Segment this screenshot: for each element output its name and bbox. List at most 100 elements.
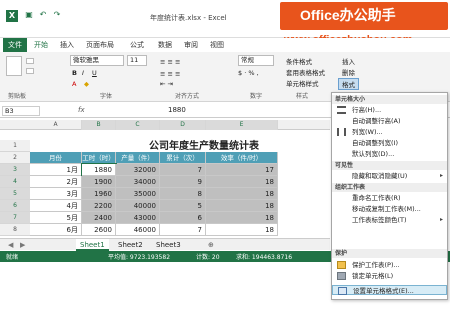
table-header-cell[interactable]: 工时（时） [82,152,116,164]
menu-item-rename-sheet[interactable]: 重命名工作表(R) [332,193,447,203]
row-header[interactable]: 4 [0,176,30,188]
table-cell[interactable]: 2400 [82,212,116,224]
underline-icon[interactable]: U [92,69,97,77]
tab-file[interactable]: 文件 [3,38,27,52]
row-header[interactable]: 6 [0,200,30,212]
menu-item-lock-cell[interactable]: 锁定单元格(L) [332,271,447,281]
table-cell[interactable]: 35000 [116,188,160,200]
menu-item-move-copy-sheet[interactable]: 移动或复制工作表(M)... [332,204,447,214]
table-header-cell[interactable]: 效率（件/时） [206,152,278,164]
menu-item-hide-unhide[interactable]: 隐藏和取消隐藏(U) ▸ [332,171,447,181]
table-cell[interactable]: 7 [160,224,206,236]
table-header-cell[interactable]: 月份 [30,152,82,164]
tab-home[interactable]: 开始 [34,38,48,52]
align-left-icon[interactable]: ≡ ≡ ≡ [160,70,180,78]
table-cell[interactable]: 18 [206,212,278,224]
cut-icon[interactable] [26,58,34,64]
sheet-nav-next-icon[interactable]: ▶ [16,239,29,251]
table-cell[interactable]: 6月 [30,224,82,236]
font-color-icon[interactable]: A [72,80,76,88]
insert-cells-button[interactable]: 插入 [342,56,355,66]
tab-view[interactable]: 视图 [210,38,224,52]
menu-item-autofit-row[interactable]: 自动调整行高(A) [332,116,447,126]
table-cell[interactable]: 46000 [116,224,160,236]
table-cell[interactable]: 1880 [81,163,117,177]
sheet-tab-sheet2[interactable]: Sheet2 [114,239,147,251]
sheet-tab-sheet3[interactable]: Sheet3 [152,239,185,251]
menu-item-protect-sheet[interactable]: 保护工作表(P)... [332,260,447,270]
formula-input[interactable]: 1880 [168,106,186,114]
table-header-cell[interactable]: 累计（次） [160,152,206,164]
delete-cells-button[interactable]: 删除 [342,67,355,77]
table-cell[interactable]: 1960 [82,188,116,200]
menu-item-default-width[interactable]: 默认列宽(D)... [332,149,447,159]
currency-icon[interactable]: $ · % , [238,69,259,77]
table-cell[interactable]: 5月 [30,212,82,224]
table-cell[interactable]: 3月 [30,188,82,200]
menu-item-row-height[interactable]: 行高(H)... [332,105,447,115]
table-cell[interactable]: 2200 [82,200,116,212]
indent-icon[interactable]: ⇤ ⇥ [160,80,173,88]
table-cell[interactable]: 2月 [30,176,82,188]
table-cell[interactable]: 7 [160,164,206,176]
menu-item-autofit-column[interactable]: 自动调整列宽(I) [332,138,447,148]
copy-icon[interactable] [26,68,34,74]
menu-item-column-width[interactable]: 列宽(W)... [332,127,447,137]
italic-icon[interactable]: I [82,69,84,77]
row-header[interactable]: 1 [0,140,30,152]
paste-icon[interactable] [6,56,22,76]
menu-item-tab-color[interactable]: 工作表标签颜色(T) ▸ [332,215,447,225]
table-cell[interactable]: 2600 [82,224,116,236]
format-as-table-button[interactable]: 套用表格格式 [286,67,325,77]
column-header-d[interactable]: D [160,120,206,130]
tab-review[interactable]: 审阅 [184,38,198,52]
table-cell[interactable]: 18 [206,188,278,200]
cell-styles-button[interactable]: 单元格样式 [286,78,319,88]
sheet-tab-sheet1[interactable]: Sheet1 [76,239,109,251]
table-cell[interactable]: 17 [206,164,278,176]
table-cell[interactable]: 9 [160,176,206,188]
format-cells-button[interactable]: 格式 [338,78,359,90]
table-cell[interactable]: 34000 [116,176,160,188]
undo-icon[interactable]: ↶ [38,10,48,20]
table-cell[interactable]: 1月 [30,164,82,176]
save-icon[interactable]: ▣ [24,10,34,20]
table-cell[interactable]: 18 [206,200,278,212]
fill-color-icon[interactable]: ◆ [84,80,89,88]
row-header[interactable]: 7 [0,212,30,224]
align-top-icon[interactable]: ≡ ≡ ≡ [160,58,180,66]
column-header-c[interactable]: C [116,120,160,130]
tab-data[interactable]: 数据 [158,38,172,52]
number-format-select[interactable]: 常规 [238,55,274,66]
table-cell[interactable]: 32000 [116,164,160,176]
table-cell[interactable]: 18 [206,224,278,236]
tab-insert[interactable]: 插入 [60,38,74,52]
row-header[interactable]: 3 [0,164,30,176]
table-cell[interactable]: 6 [160,212,206,224]
conditional-format-button[interactable]: 条件格式 [286,56,312,66]
redo-icon[interactable]: ↷ [52,10,62,20]
tab-page-layout[interactable]: 页面布局 [86,38,114,52]
column-header-b[interactable]: B [82,120,116,130]
name-box[interactable]: B3 [2,106,40,116]
row-header[interactable]: 2 [0,152,30,164]
table-cell[interactable]: 5 [160,200,206,212]
column-header-a[interactable]: A [30,120,82,130]
add-sheet-icon[interactable]: ⊕ [204,239,218,251]
menu-item-format-cells[interactable]: 设置单元格格式(E)... [332,285,447,295]
table-cell[interactable]: 4月 [30,200,82,212]
column-header-e[interactable]: E [206,120,278,130]
table-cell[interactable]: 43000 [116,212,160,224]
row-header[interactable]: 8 [0,224,30,236]
font-size-select[interactable]: 11 [127,55,147,66]
bold-icon[interactable]: B [72,69,77,77]
font-name-select[interactable]: 微软雅黑 [70,55,124,66]
table-header-cell[interactable]: 产量（件） [116,152,160,164]
row-header[interactable]: 5 [0,188,30,200]
table-cell[interactable]: 8 [160,188,206,200]
table-cell[interactable]: 18 [206,176,278,188]
tab-formulas[interactable]: 公式 [130,38,144,52]
fx-icon[interactable]: fx [78,106,85,114]
table-cell[interactable]: 1900 [82,176,116,188]
table-cell[interactable]: 40000 [116,200,160,212]
